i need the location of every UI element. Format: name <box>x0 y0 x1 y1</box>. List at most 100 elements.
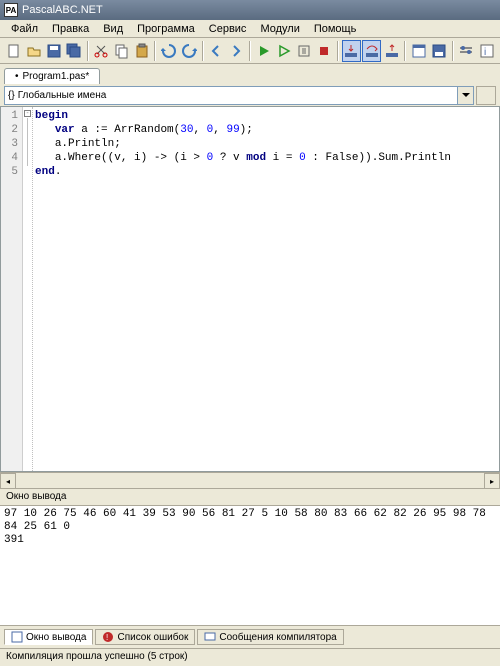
output-icon <box>11 631 23 643</box>
line-gutter: 1 2 3 4 5 <box>1 107 23 471</box>
separator-icon <box>249 41 251 61</box>
fold-line-icon <box>27 118 28 166</box>
separator-icon <box>337 41 339 61</box>
error-list-icon: ! <box>102 631 114 643</box>
horizontal-scrollbar[interactable]: ◂ ▸ <box>0 472 500 488</box>
toolbar: i <box>0 38 500 64</box>
compile-button[interactable] <box>294 40 313 62</box>
code-text: . <box>55 166 62 178</box>
tab-errors[interactable]: ! Список ошибок <box>95 629 195 645</box>
menu-modules[interactable]: Модули <box>253 22 306 36</box>
navigate-forward-button[interactable] <box>227 40 246 62</box>
svg-text:i: i <box>484 47 486 58</box>
bottom-tabs: Окно вывода ! Список ошибок Сообщения ко… <box>0 626 500 648</box>
kw-var: var <box>55 124 75 136</box>
fold-toggle-icon[interactable]: - <box>24 110 31 117</box>
tab-program1[interactable]: • Program1.pas* <box>4 68 100 84</box>
menu-edit[interactable]: Правка <box>45 22 96 36</box>
stop-button[interactable] <box>315 40 334 62</box>
menu-file[interactable]: Файл <box>4 22 45 36</box>
nav-dropdown-button[interactable] <box>476 86 496 105</box>
new-file-button[interactable] <box>4 40 23 62</box>
code-text: a.Println; <box>55 138 121 150</box>
output-panel[interactable]: 97 10 26 75 46 60 41 39 53 90 56 81 27 5… <box>0 506 500 626</box>
navigate-back-button[interactable] <box>207 40 226 62</box>
tab-label: Список ошибок <box>117 632 188 643</box>
scope-combo[interactable]: {} Глобальные имена <box>4 86 474 105</box>
separator-icon <box>87 41 89 61</box>
options-button[interactable] <box>457 40 476 62</box>
form-designer-button[interactable] <box>409 40 428 62</box>
line-number: 3 <box>1 137 18 151</box>
num-literal: 99 <box>226 124 239 136</box>
kw-end: end <box>35 166 55 178</box>
num-literal: 30 <box>180 124 193 136</box>
run-no-debug-button[interactable] <box>274 40 293 62</box>
editor-area: 1 2 3 4 5 - begin var a := ArrRandom(30,… <box>0 106 500 472</box>
statusbar: Компиляция прошла успешно (5 строк) <box>0 648 500 666</box>
code-text: ); <box>240 124 253 136</box>
svg-text:!: ! <box>106 633 108 642</box>
navigation-bar: {} Глобальные имена <box>0 84 500 106</box>
menu-program[interactable]: Программа <box>130 22 202 36</box>
intellisense-button[interactable]: i <box>477 40 496 62</box>
code-text: i = <box>266 152 299 164</box>
line-number: 2 <box>1 123 18 137</box>
copy-button[interactable] <box>112 40 131 62</box>
modified-indicator-icon: • <box>15 71 19 82</box>
code-text: , <box>193 124 206 136</box>
open-file-button[interactable] <box>24 40 43 62</box>
app-icon: PA <box>4 3 18 17</box>
chevron-down-icon[interactable] <box>457 87 473 104</box>
messages-icon <box>204 631 216 643</box>
document-tabs: • Program1.pas* <box>0 64 500 84</box>
fold-column: - <box>23 107 33 471</box>
step-out-button[interactable] <box>382 40 401 62</box>
save-exe-button[interactable] <box>430 40 449 62</box>
tab-label: Program1.pas* <box>23 71 90 82</box>
code-text: , <box>213 124 226 136</box>
tab-output[interactable]: Окно вывода <box>4 629 93 645</box>
tab-compiler-messages[interactable]: Сообщения компилятора <box>197 629 343 645</box>
paste-button[interactable] <box>132 40 151 62</box>
kw-mod: mod <box>246 152 266 164</box>
scope-icon: {} <box>8 90 15 101</box>
separator-icon <box>154 41 156 61</box>
separator-icon <box>202 41 204 61</box>
run-button[interactable] <box>254 40 273 62</box>
code-text: : False)).Sum.Println <box>306 152 451 164</box>
line-number: 5 <box>1 165 18 179</box>
num-literal: 0 <box>299 152 306 164</box>
window-title: PascalABC.NET <box>22 4 103 16</box>
status-text: Компиляция прошла успешно (5 строк) <box>6 651 188 662</box>
tab-label: Сообщения компилятора <box>219 632 336 643</box>
save-button[interactable] <box>44 40 63 62</box>
output-line: 97 10 26 75 46 60 41 39 53 90 56 81 27 5… <box>4 508 493 533</box>
titlebar: PA PascalABC.NET <box>0 0 500 20</box>
scope-label: Глобальные имена <box>18 90 107 101</box>
output-panel-header: Окно вывода <box>0 488 500 506</box>
menu-service[interactable]: Сервис <box>202 22 254 36</box>
code-editor[interactable]: begin var a := ArrRandom(30, 0, 99); a.P… <box>33 107 499 471</box>
step-into-button[interactable] <box>342 40 361 62</box>
cut-button[interactable] <box>92 40 111 62</box>
scroll-left-icon[interactable]: ◂ <box>0 473 16 489</box>
output-line: 391 <box>4 534 24 546</box>
save-all-button[interactable] <box>65 40 84 62</box>
undo-button[interactable] <box>159 40 178 62</box>
line-number: 4 <box>1 151 18 165</box>
code-text: a := ArrRandom( <box>75 124 181 136</box>
separator-icon <box>452 41 454 61</box>
tab-label: Окно вывода <box>26 632 86 643</box>
menu-view[interactable]: Вид <box>96 22 130 36</box>
line-number: 1 <box>1 109 18 123</box>
code-text: ? v <box>213 152 246 164</box>
redo-button[interactable] <box>180 40 199 62</box>
kw-begin: begin <box>35 110 68 122</box>
code-text: a.Where((v, i) -> (i > <box>55 152 207 164</box>
menubar: Файл Правка Вид Программа Сервис Модули … <box>0 20 500 38</box>
step-over-button[interactable] <box>362 40 381 62</box>
scroll-right-icon[interactable]: ▸ <box>484 473 500 489</box>
separator-icon <box>404 41 406 61</box>
menu-help[interactable]: Помощь <box>307 22 364 36</box>
